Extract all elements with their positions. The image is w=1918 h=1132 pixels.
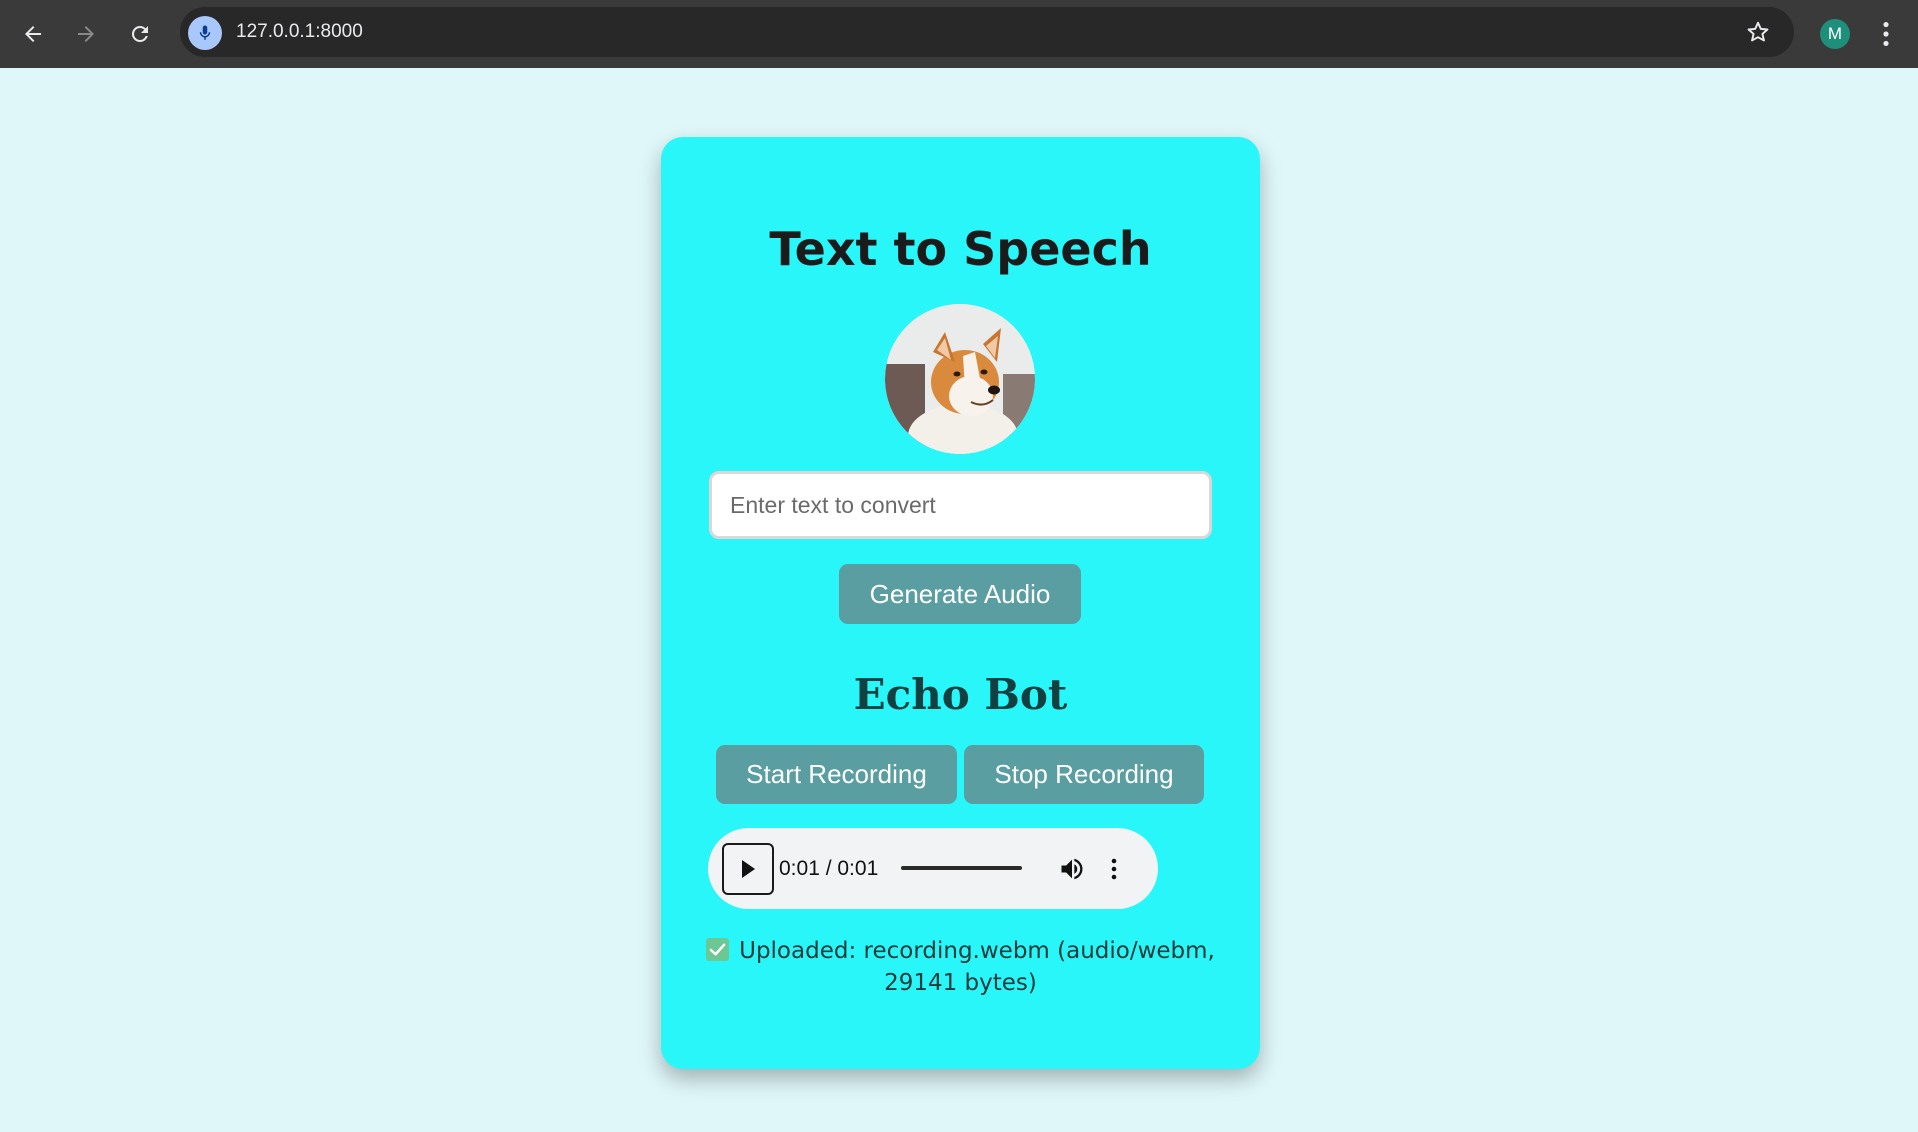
start-recording-button[interactable]: Start Recording xyxy=(716,745,957,804)
volume-icon[interactable] xyxy=(1055,852,1089,886)
audio-player: 0:01 / 0:01 xyxy=(708,828,1158,909)
profile-avatar[interactable]: M xyxy=(1820,19,1850,49)
progress-slider[interactable] xyxy=(901,866,1022,870)
stop-recording-button[interactable]: Stop Recording xyxy=(964,745,1204,804)
check-icon xyxy=(706,938,730,961)
forward-button[interactable] xyxy=(66,14,106,54)
status-line-1: Uploaded: recording.webm (audio/webm, xyxy=(739,938,1215,964)
bookmark-star-icon[interactable] xyxy=(1744,18,1772,46)
arrow-right-icon xyxy=(78,26,94,42)
play-icon xyxy=(742,860,755,878)
page-title: Text to Speech xyxy=(769,222,1152,276)
dog-avatar xyxy=(885,304,1035,454)
browser-menu-icon[interactable] xyxy=(1874,16,1898,52)
reload-button[interactable] xyxy=(120,14,160,54)
play-button[interactable] xyxy=(722,843,774,895)
arrow-left-icon xyxy=(25,26,41,42)
microphone-icon[interactable] xyxy=(188,16,222,50)
text-input[interactable] xyxy=(709,471,1212,539)
upload-status: Uploaded: recording.webm (audio/webm, 29… xyxy=(661,935,1260,999)
player-options-icon[interactable] xyxy=(1107,852,1121,886)
time-display: 0:01 / 0:01 xyxy=(779,857,879,880)
browser-toolbar: 127.0.0.1:8000 M xyxy=(0,0,1918,68)
back-button[interactable] xyxy=(13,14,53,54)
generate-audio-button[interactable]: Generate Audio xyxy=(839,564,1081,624)
reload-icon xyxy=(131,25,148,42)
address-bar[interactable]: 127.0.0.1:8000 xyxy=(180,7,1794,57)
status-line-2: 29141 bytes) xyxy=(884,970,1037,996)
url-text: 127.0.0.1:8000 xyxy=(236,21,363,42)
echo-bot-title: Echo Bot xyxy=(853,670,1068,719)
